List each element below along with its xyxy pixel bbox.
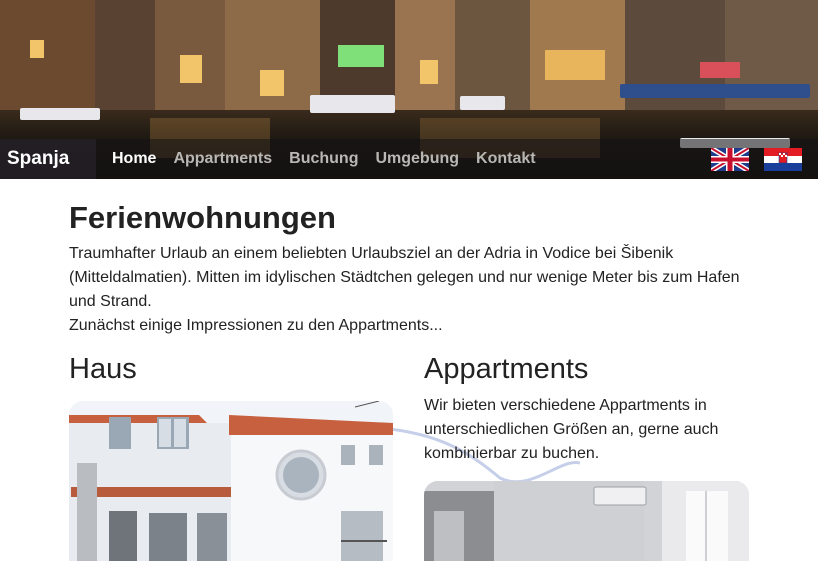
lit-window (545, 50, 605, 80)
nav-home[interactable]: Home (112, 150, 156, 168)
section-haus: Haus (69, 353, 393, 561)
nav-umgebung[interactable]: Umgebung (375, 150, 459, 168)
site-brand[interactable]: Spanja (0, 139, 96, 179)
intro-text: Traumhafter Urlaub an einem beliebten Ur… (69, 242, 749, 338)
boat (460, 96, 505, 110)
lit-window (338, 45, 384, 67)
section-heading-appartments: Appartments (424, 353, 589, 385)
boat (310, 95, 395, 113)
appartments-description: Wir bieten verschiedene Appartments in u… (424, 397, 719, 462)
hero-building (455, 0, 530, 110)
section-appartments: Appartments Wir bieten verschiedene Appa… (424, 353, 749, 561)
lit-window (180, 55, 202, 83)
boat-awning (620, 84, 810, 98)
uk-flag-icon[interactable] (711, 148, 749, 171)
lit-window (700, 62, 740, 78)
apartment-photo[interactable] (424, 481, 749, 561)
lit-window (420, 60, 438, 84)
croatia-flag-icon[interactable] (764, 148, 802, 171)
nav-kontakt[interactable]: Kontakt (476, 150, 536, 168)
nav-buchung[interactable]: Buchung (289, 150, 358, 168)
nav-appartments[interactable]: Appartments (173, 150, 272, 168)
lit-window (30, 40, 44, 58)
main-nav: Home Appartments Buchung Umgebung Kontak… (112, 139, 536, 179)
intro-paragraph: Traumhafter Urlaub an einem beliebten Ur… (69, 245, 740, 310)
boat (20, 108, 100, 120)
hero-building (395, 0, 455, 110)
intro-paragraph: Zunächst einige Impressionen zu den Appa… (69, 317, 443, 334)
lit-window (260, 70, 284, 96)
section-heading-haus: Haus (69, 353, 137, 385)
house-photo[interactable] (69, 401, 393, 561)
hero-building (95, 0, 155, 110)
page-title: Ferienwohnungen (69, 200, 336, 235)
hero-building (0, 0, 95, 110)
